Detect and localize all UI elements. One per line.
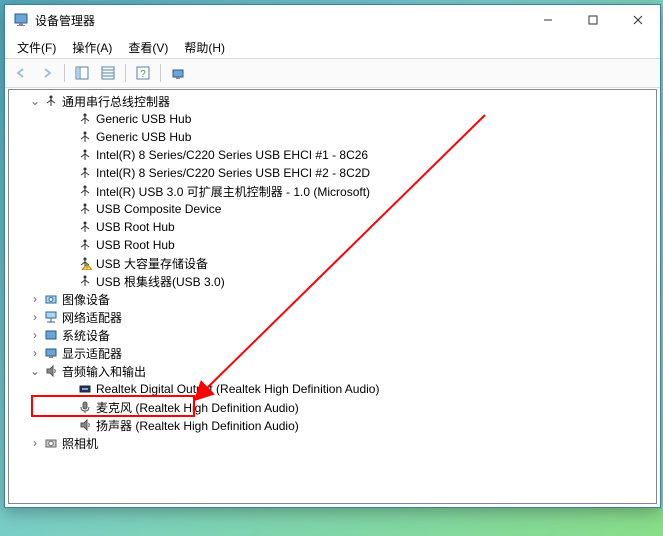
device-manager-window: 设备管理器 文件(F) 操作(A) 查看(V) 帮助(H) ? ⌄ 通用串行总线…: [4, 4, 661, 508]
chevron-right-icon[interactable]: ›: [27, 309, 43, 325]
toolbar-separator: [160, 64, 161, 82]
maximize-button[interactable]: [570, 5, 615, 35]
minimize-button[interactable]: [525, 5, 570, 35]
tree-device-item[interactable]: USB Composite Device: [9, 200, 656, 218]
tree-device-item[interactable]: 扬声器 (Realtek High Definition Audio): [9, 416, 656, 434]
tree-device-item[interactable]: Generic USB Hub: [9, 110, 656, 128]
menu-view[interactable]: 查看(V): [120, 36, 176, 59]
usb-icon: [77, 219, 93, 235]
speaker-icon: [43, 363, 59, 379]
chevron-down-icon[interactable]: ⌄: [27, 93, 43, 109]
properties-button[interactable]: [96, 61, 120, 85]
device-label: USB 大容量存储设备: [96, 255, 208, 272]
menubar: 文件(F) 操作(A) 查看(V) 帮助(H): [5, 36, 660, 59]
category-label: 显示适配器: [62, 345, 122, 362]
window-title: 设备管理器: [35, 12, 525, 29]
back-button[interactable]: [9, 61, 33, 85]
tree-device-item[interactable]: !USB 大容量存储设备: [9, 254, 656, 272]
toolbar: ?: [5, 59, 660, 88]
usb-icon: [77, 147, 93, 163]
tree-device-item[interactable]: 麦克风 (Realtek High Definition Audio): [9, 398, 656, 416]
tree-category-network[interactable]: › 网络适配器: [9, 308, 656, 326]
tree-device-item[interactable]: Generic USB Hub: [9, 128, 656, 146]
usb-icon: [43, 93, 59, 109]
device-label: Intel(R) 8 Series/C220 Series USB EHCI #…: [96, 166, 370, 180]
category-label: 系统设备: [62, 327, 110, 344]
menu-action[interactable]: 操作(A): [64, 36, 120, 59]
device-label: Realtek Digital Output (Realtek High Def…: [96, 382, 379, 396]
tree-device-item[interactable]: USB Root Hub: [9, 236, 656, 254]
tree-category-display[interactable]: › 显示适配器: [9, 344, 656, 362]
titlebar[interactable]: 设备管理器: [5, 5, 660, 36]
menu-file[interactable]: 文件(F): [9, 36, 64, 59]
device-label: Intel(R) USB 3.0 可扩展主机控制器 - 1.0 (Microso…: [96, 183, 370, 200]
tree-device-item[interactable]: Intel(R) 8 Series/C220 Series USB EHCI #…: [9, 146, 656, 164]
toolbar-separator: [64, 64, 65, 82]
usb-icon: !: [77, 255, 93, 271]
usb-icon: [77, 237, 93, 253]
tree-device-item[interactable]: USB Root Hub: [9, 218, 656, 236]
chevron-right-icon[interactable]: ›: [27, 435, 43, 451]
device-label: 扬声器 (Realtek High Definition Audio): [96, 417, 299, 434]
tree-device-item[interactable]: USB 根集线器(USB 3.0): [9, 272, 656, 290]
speaker-icon: [77, 417, 93, 433]
display-icon: [43, 345, 59, 361]
tree-category-system[interactable]: › 系统设备: [9, 326, 656, 344]
app-icon: [13, 12, 29, 28]
device-label: Intel(R) 8 Series/C220 Series USB EHCI #…: [96, 148, 368, 162]
forward-button[interactable]: [35, 61, 59, 85]
device-label: USB Root Hub: [96, 238, 175, 252]
category-label: 照相机: [62, 435, 98, 452]
toolbar-separator: [125, 64, 126, 82]
menu-help[interactable]: 帮助(H): [176, 36, 233, 59]
chevron-right-icon[interactable]: ›: [27, 291, 43, 307]
tree-category-audio[interactable]: ⌄ 音频输入和输出: [9, 362, 656, 380]
category-label: 通用串行总线控制器: [62, 93, 170, 110]
svg-text:?: ?: [140, 69, 146, 80]
system-icon: [43, 327, 59, 343]
device-label: Generic USB Hub: [96, 130, 191, 144]
device-label: Generic USB Hub: [96, 112, 191, 126]
scan-hardware-button[interactable]: [166, 61, 190, 85]
tree-device-item[interactable]: Realtek Digital Output (Realtek High Def…: [9, 380, 656, 398]
show-hide-tree-button[interactable]: [70, 61, 94, 85]
close-button[interactable]: [615, 5, 660, 35]
device-label: USB 根集线器(USB 3.0): [96, 273, 225, 290]
usb-icon: [77, 273, 93, 289]
chevron-right-icon[interactable]: ›: [27, 345, 43, 361]
tree-device-item[interactable]: Intel(R) USB 3.0 可扩展主机控制器 - 1.0 (Microso…: [9, 182, 656, 200]
device-label: USB Root Hub: [96, 220, 175, 234]
usb-icon: [77, 111, 93, 127]
usb-icon: [77, 165, 93, 181]
network-icon: [43, 309, 59, 325]
digital-output-icon: [77, 381, 93, 397]
usb-icon: [77, 183, 93, 199]
usb-icon: [77, 129, 93, 145]
tree-category-camera[interactable]: › 照相机: [9, 434, 656, 452]
tree-category-imaging[interactable]: › 图像设备: [9, 290, 656, 308]
chevron-down-icon[interactable]: ⌄: [27, 363, 43, 379]
device-label: 麦克风 (Realtek High Definition Audio): [96, 399, 299, 416]
usb-icon: [77, 201, 93, 217]
microphone-icon: [77, 399, 93, 415]
device-label: USB Composite Device: [96, 202, 221, 216]
imaging-icon: [43, 291, 59, 307]
category-label: 音频输入和输出: [62, 363, 146, 380]
help-button[interactable]: ?: [131, 61, 155, 85]
tree-device-item[interactable]: Intel(R) 8 Series/C220 Series USB EHCI #…: [9, 164, 656, 182]
category-label: 图像设备: [62, 291, 110, 308]
chevron-right-icon[interactable]: ›: [27, 327, 43, 343]
camera-icon: [43, 435, 59, 451]
category-label: 网络适配器: [62, 309, 122, 326]
tree-category-usb[interactable]: ⌄ 通用串行总线控制器: [9, 92, 656, 110]
device-tree[interactable]: ⌄ 通用串行总线控制器 Generic USB Hub Generic USB H…: [8, 89, 657, 504]
